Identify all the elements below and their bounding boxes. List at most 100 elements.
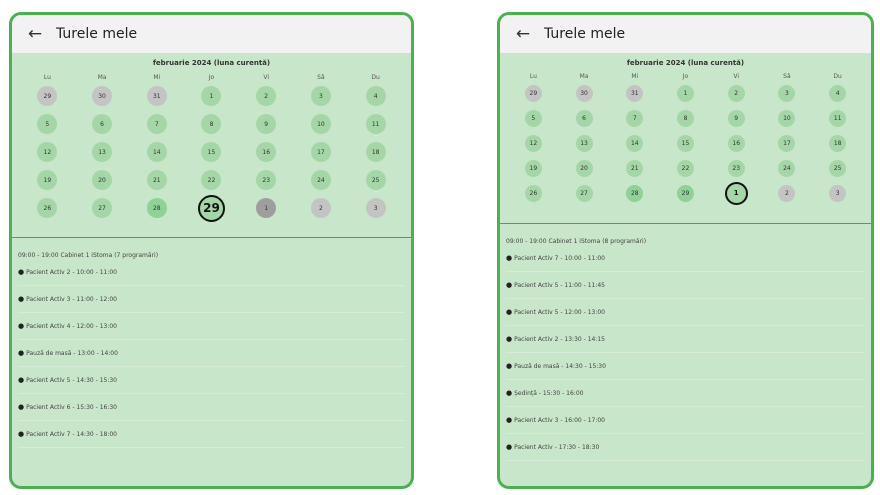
calendar-day[interactable]: 28 [626,184,644,202]
calendar-day[interactable]: 5 [524,109,542,127]
calendar-day[interactable]: 21 [626,159,644,177]
appointment-item[interactable]: ● Pacient Activ 4 - 12:00 - 13:00 [18,313,405,340]
calendar-day[interactable]: 5 [37,114,58,134]
bullet-icon: ● [18,376,25,384]
calendar-cell: 16 [711,133,762,153]
calendar-day[interactable]: 17 [778,134,796,152]
selected-day[interactable]: 1 [724,181,748,205]
calendar-day[interactable]: 3 [829,184,847,202]
calendar-day[interactable]: 29 [37,86,58,106]
calendar-day[interactable]: 1 [676,84,694,102]
appointment-item[interactable]: ● Pacient Activ 5 - 14:30 - 15:30 [18,367,405,394]
calendar-day[interactable]: 2 [727,84,745,102]
calendar-cell: 10 [762,108,813,128]
appointment-item[interactable]: ● Pacient Activ 2 - 10:00 - 11:00 [18,259,405,286]
weekday-label: Jo [208,74,215,81]
calendar-day[interactable]: 10 [778,109,796,127]
calendar-day[interactable]: 29 [524,84,542,102]
appointment-text: Pauză de masă - 13:00 - 14:00 [26,349,118,357]
appointment-item[interactable]: ● Pacient Activ 5 - 11:00 - 11:45 [506,272,865,299]
calendar-day[interactable]: 3 [310,86,331,106]
calendar-day[interactable]: 14 [146,142,167,162]
arrow-left-icon[interactable]: ← [510,21,536,47]
calendar-day[interactable]: 24 [778,159,796,177]
calendar-day[interactable]: 30 [575,84,593,102]
appointment-item[interactable]: ● Pauză de masă - 14:30 - 15:30 [506,353,865,380]
calendar-day[interactable]: 14 [626,134,644,152]
calendar-day[interactable]: 31 [626,84,644,102]
calendar-day[interactable]: 30 [92,86,113,106]
calendar-day[interactable]: 2 [778,184,796,202]
calendar-day[interactable]: 21 [146,170,167,190]
calendar-day[interactable]: 19 [37,170,58,190]
appointment-item[interactable]: ● Pacient Activ - 17:30 - 18:30 [506,434,865,461]
appointment-item[interactable]: ● Pacient Activ 6 - 15:30 - 16:30 [18,394,405,421]
calendar-day[interactable]: 8 [676,109,694,127]
calendar-day[interactable]: 3 [365,198,386,218]
weekday-label: Ma [97,74,107,81]
calendar-day[interactable]: 6 [575,109,593,127]
appointment-item[interactable]: ● Pauză de masă - 13:00 - 14:00 [18,340,405,367]
calendar-day[interactable]: 6 [92,114,113,134]
calendar-day[interactable]: 25 [365,170,386,190]
calendar-day[interactable]: 7 [626,109,644,127]
calendar-day[interactable]: 20 [575,159,593,177]
calendar-day[interactable]: 11 [829,109,847,127]
calendar-day[interactable]: 22 [676,159,694,177]
calendar-day[interactable]: 2 [310,198,331,218]
selected-day[interactable]: 29 [197,194,225,222]
appointment-item[interactable]: ● Pacient Activ 2 - 13:30 - 14:15 [506,326,865,353]
calendar-day[interactable]: 13 [92,142,113,162]
calendar-day[interactable]: 11 [365,114,386,134]
arrow-left-icon[interactable]: ← [22,21,48,47]
calendar-day[interactable]: 29 [676,184,694,202]
appointment-item[interactable]: ● Pacient Activ 7 - 14:30 - 18:00 [18,421,405,448]
calendar-day[interactable]: 26 [37,198,58,218]
calendar-day[interactable]: 1 [256,198,277,218]
calendar-day[interactable]: 27 [92,198,113,218]
calendar-day[interactable]: 9 [256,114,277,134]
calendar-day[interactable]: 18 [365,142,386,162]
calendar-day[interactable]: 16 [727,134,745,152]
calendar-day[interactable]: 12 [37,142,58,162]
calendar-day[interactable]: 3 [778,84,796,102]
calendar-day[interactable]: 9 [727,109,745,127]
calendar-day[interactable]: 8 [201,114,222,134]
calendar-day[interactable]: 26 [524,184,542,202]
calendar-day[interactable]: 31 [146,86,167,106]
calendar-day[interactable]: 25 [829,159,847,177]
calendar-day[interactable]: 17 [310,142,331,162]
calendar-day[interactable]: 19 [524,159,542,177]
calendar-cell: 8 [184,113,239,135]
calendar-day[interactable]: 4 [829,84,847,102]
calendar-day[interactable]: 23 [727,159,745,177]
calendar-day[interactable]: 7 [146,114,167,134]
calendar-day[interactable]: 13 [575,134,593,152]
calendar-day[interactable]: 12 [524,134,542,152]
calendar-day[interactable]: 24 [310,170,331,190]
calendar-day[interactable]: 15 [201,142,222,162]
calendar-day[interactable]: 23 [256,170,277,190]
calendar-day[interactable]: 1 [201,86,222,106]
calendar-day[interactable]: 15 [676,134,694,152]
calendar-day[interactable]: 20 [92,170,113,190]
calendar-cell: 10 [294,113,349,135]
calendar-day[interactable]: 27 [575,184,593,202]
calendar-day[interactable]: 16 [256,142,277,162]
calendar-day[interactable]: 2 [256,86,277,106]
appointment-item[interactable]: ● Ședință - 15:30 - 16:00 [506,380,865,407]
appointment-item[interactable]: ● Pacient Activ 5 - 12:00 - 13:00 [506,299,865,326]
calendar-cell: 30 [559,83,610,103]
calendar-day[interactable]: 10 [310,114,331,134]
calendar-cell: 29 [184,194,239,222]
calendar-cell: 5 [20,113,75,135]
calendar-day[interactable]: 4 [365,86,386,106]
calendar-day[interactable]: 28 [146,198,167,218]
calendar-day[interactable]: 22 [201,170,222,190]
appointment-item[interactable]: ● Pacient Activ 7 - 10:00 - 11:00 [506,245,865,272]
appointment-item[interactable]: ● Pacient Activ 3 - 16:00 - 17:00 [506,407,865,434]
calendar-cell: 17 [294,141,349,163]
weekday-label: Lu [43,74,51,81]
appointment-item[interactable]: ● Pacient Activ 3 - 11:00 - 12:00 [18,286,405,313]
calendar-day[interactable]: 18 [829,134,847,152]
